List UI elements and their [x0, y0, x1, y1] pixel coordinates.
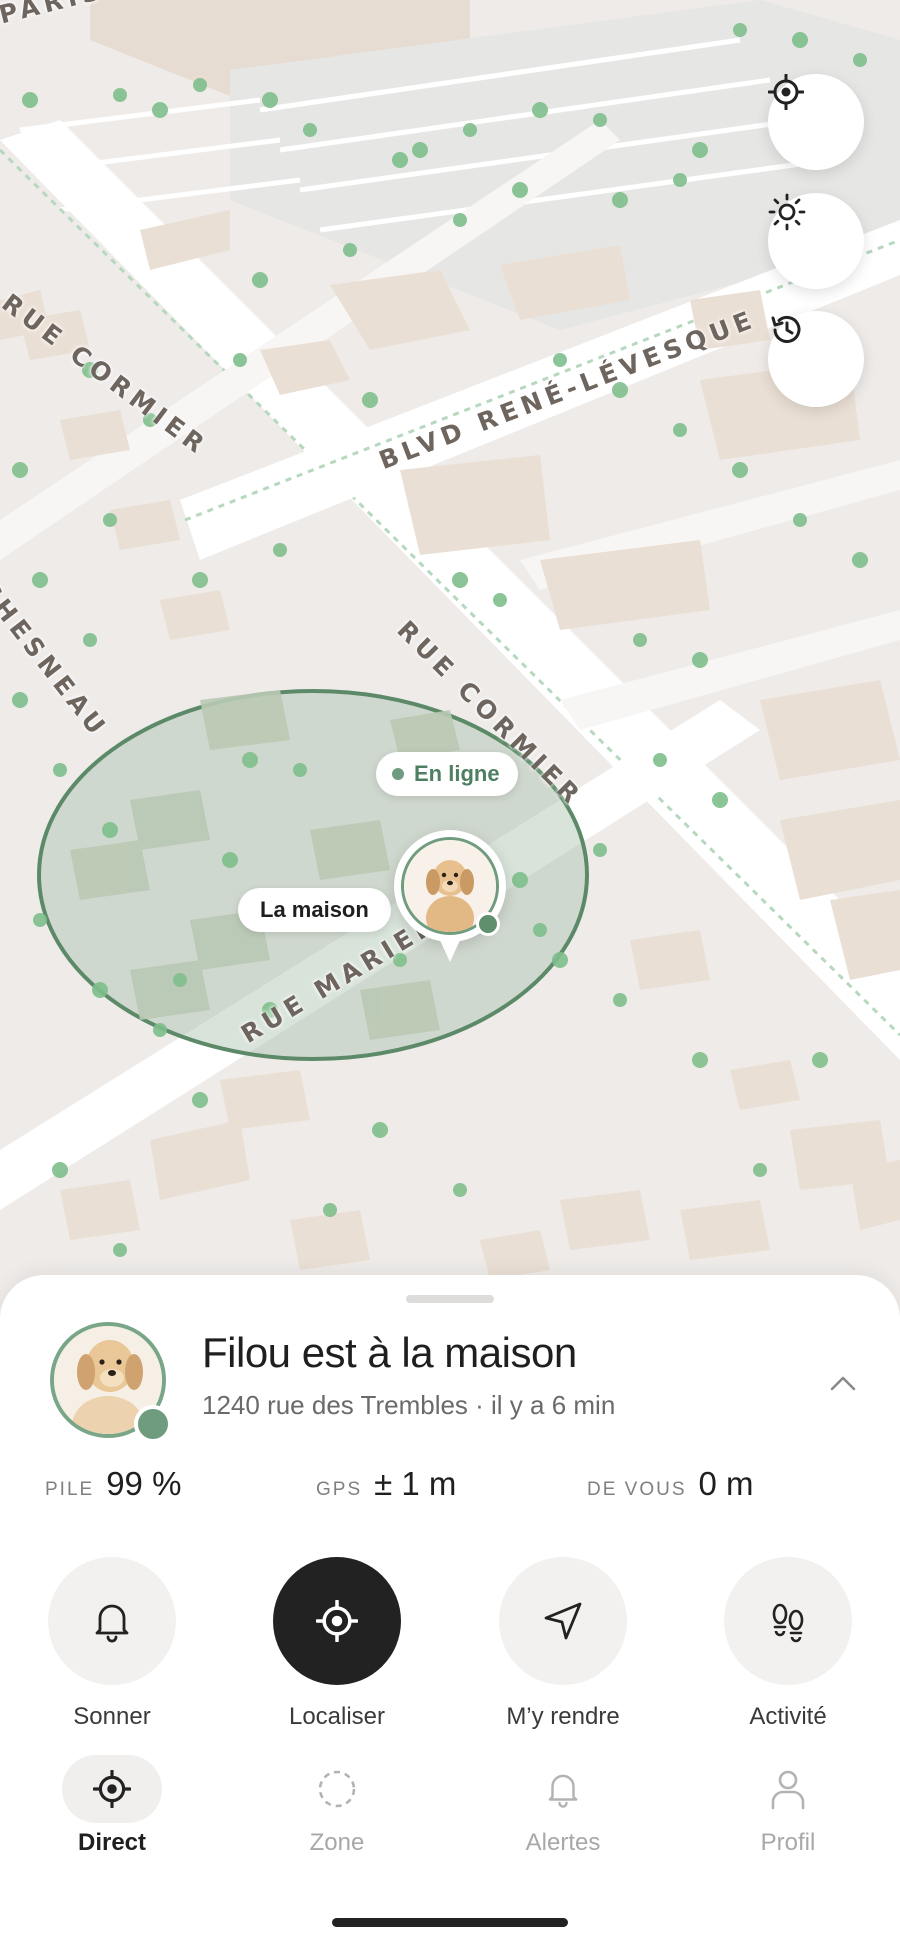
home-zone-pill[interactable]: La maison [238, 888, 391, 932]
activity-action-button[interactable]: Activité [708, 1557, 868, 1731]
stat-distance-label: DE VOUS [587, 1479, 687, 1500]
activity-action-circle[interactable] [724, 1557, 852, 1685]
history-icon [771, 315, 801, 343]
tab-profil-label: Profil [760, 1829, 816, 1856]
dashed-circle-icon [318, 1770, 356, 1808]
person-icon [771, 1770, 805, 1810]
pet-location-subtitle: 1240 rue des Trembles · il y a 6 min [202, 1390, 616, 1420]
pet-online-badge [134, 1405, 172, 1443]
navigate-action-label: M’y rendre [506, 1703, 620, 1730]
map-canvas [0, 0, 900, 1300]
tab-zone-label: Zone [309, 1829, 365, 1856]
tab-alertes-label: Alertes [525, 1829, 601, 1856]
map-view[interactable]: PARIS RUE CORMIER BLVD RENÉ-LÉVESQUE RUE… [0, 0, 900, 1300]
pet-location-marker[interactable] [394, 830, 506, 962]
history-button[interactable] [768, 311, 864, 407]
online-status-pill: En ligne [376, 752, 518, 796]
navigate-action-circle[interactable] [499, 1557, 627, 1685]
sheet-drag-handle[interactable] [406, 1295, 494, 1303]
stat-gps-value: ± 1 m [374, 1465, 457, 1502]
pet-online-indicator [476, 912, 500, 936]
navigate-action-button[interactable]: M’y rendre [483, 1557, 643, 1731]
ring-action-circle[interactable] [48, 1557, 176, 1685]
pet-stats-row: PILE 99 % GPS ± 1 m DE VOUS 0 m [0, 1465, 900, 1515]
brightness-icon [768, 193, 806, 231]
tab-direct-icon-wrap [62, 1755, 162, 1823]
chevron-up-icon [830, 1376, 856, 1391]
tab-direct-label: Direct [77, 1829, 147, 1856]
bell-icon [95, 1604, 129, 1643]
tab-profil[interactable]: Profil [708, 1755, 868, 1857]
stat-gps: GPS ± 1 m [316, 1465, 456, 1503]
brightness-button[interactable] [768, 193, 864, 289]
ring-action-button[interactable]: Sonner [32, 1557, 192, 1731]
tab-alertes[interactable]: Alertes [483, 1755, 643, 1857]
online-dot-icon [392, 768, 404, 780]
bell-icon [548, 1774, 578, 1808]
activity-action-label: Activité [749, 1703, 827, 1730]
stat-gps-label: GPS [316, 1479, 363, 1500]
tab-zone-icon-wrap [287, 1755, 387, 1823]
recenter-icon [768, 74, 804, 110]
tab-direct[interactable]: Direct [32, 1755, 192, 1857]
online-status-label: En ligne [414, 761, 500, 786]
stat-battery-label: PILE [45, 1479, 95, 1500]
pet-status-sheet: Filou est à la maison 1240 rue des Tremb… [0, 1275, 900, 1950]
locate-icon [93, 1770, 131, 1808]
pet-status-title: Filou est à la maison [202, 1329, 577, 1376]
locate-action-label: Localiser [288, 1703, 386, 1730]
home-indicator[interactable] [332, 1918, 568, 1927]
tab-zone[interactable]: Zone [257, 1755, 417, 1857]
marker-pointer [438, 936, 462, 962]
navigate-icon [544, 1602, 582, 1640]
expand-sheet-button[interactable] [830, 1375, 856, 1396]
recenter-button[interactable] [768, 74, 864, 170]
locate-action-button[interactable]: Localiser [257, 1557, 417, 1731]
locate-icon [316, 1600, 358, 1642]
stat-battery: PILE 99 % [45, 1465, 181, 1503]
tab-profil-icon-wrap [738, 1755, 838, 1823]
bottom-tab-bar: Direct Zone Alertes Profil [0, 1755, 900, 1885]
ring-action-label: Sonner [73, 1703, 151, 1730]
stat-distance-value: 0 m [698, 1465, 754, 1502]
stat-battery-value: 99 % [106, 1465, 182, 1502]
tab-alertes-icon-wrap [513, 1755, 613, 1823]
locate-action-circle[interactable] [273, 1557, 401, 1685]
stat-distance: DE VOUS 0 m [587, 1465, 754, 1503]
quick-actions-row: Sonner Localiser M’y rendre Activité [0, 1557, 900, 1730]
home-zone-label: La maison [260, 897, 369, 922]
footprints-icon [772, 1603, 804, 1643]
